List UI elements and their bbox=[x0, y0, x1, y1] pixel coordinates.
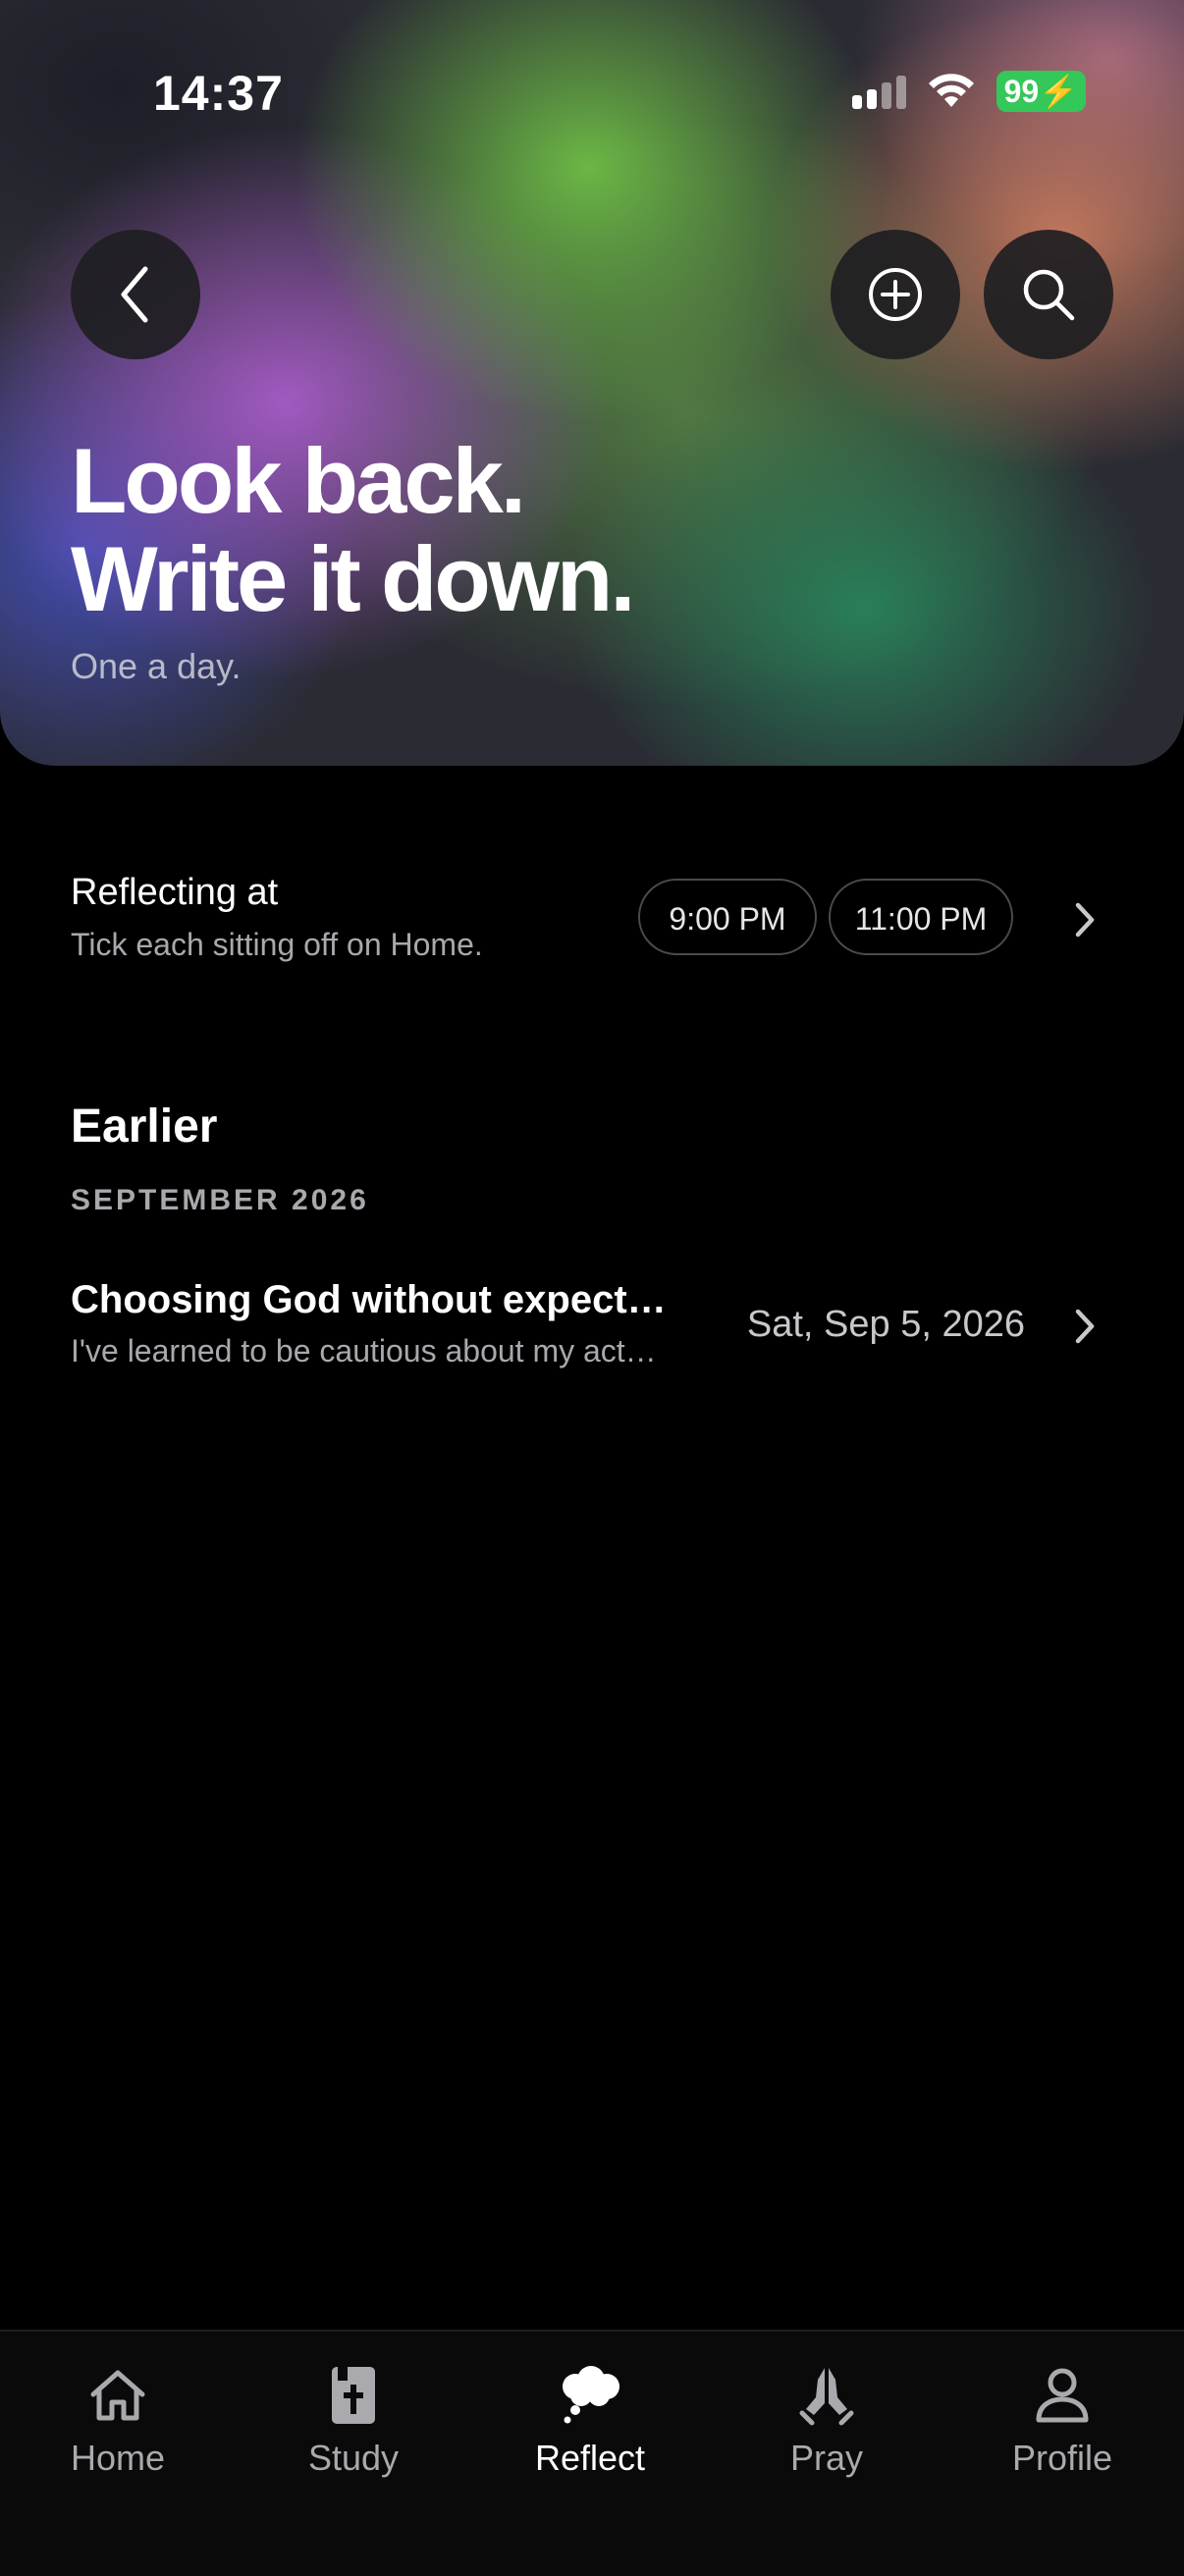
chevron-right-icon bbox=[1075, 902, 1095, 938]
battery-indicator: 99⚡ bbox=[996, 71, 1086, 112]
reminder-subtitle: Tick each sitting off on Home. bbox=[71, 927, 483, 962]
add-entry-button[interactable] bbox=[831, 230, 960, 359]
tab-label: Study bbox=[307, 2438, 400, 2478]
reminder-time-pill[interactable]: 11:00 PM bbox=[829, 879, 1013, 955]
bible-icon bbox=[332, 2367, 375, 2424]
tab-profile[interactable]: Profile bbox=[964, 2361, 1160, 2479]
status-icons: 99⚡ bbox=[851, 71, 1086, 112]
search-icon bbox=[1023, 269, 1075, 321]
entry-date: Sat, Sep 5, 2026 bbox=[746, 1304, 1025, 1345]
praying-hands-icon bbox=[799, 2368, 854, 2426]
page-title-line-2: Write it down. bbox=[71, 527, 635, 630]
reminder-times-row[interactable]: Reflecting at Tick each sitting off on H… bbox=[71, 872, 1113, 966]
tab-bar: Home Study Reflect Pray Profile bbox=[0, 2330, 1184, 2576]
tab-label: Reflect bbox=[534, 2438, 646, 2478]
tab-pray[interactable]: Pray bbox=[728, 2361, 925, 2479]
tab-reflect[interactable]: Reflect bbox=[492, 2361, 688, 2479]
tab-home[interactable]: Home bbox=[20, 2361, 216, 2479]
chevron-left-icon bbox=[121, 266, 148, 323]
person-icon bbox=[1036, 2368, 1089, 2423]
status-time: 14:37 bbox=[153, 66, 284, 121]
page-title-line-1: Look back. bbox=[71, 429, 526, 532]
back-button[interactable] bbox=[71, 230, 200, 359]
section-title-earlier: Earlier bbox=[71, 1100, 218, 1153]
tab-label: Pray bbox=[789, 2438, 864, 2478]
entry-preview: I've learned to be cautious about my act… bbox=[71, 1333, 657, 1368]
thought-cloud-icon bbox=[563, 2366, 619, 2424]
reminder-title: Reflecting at bbox=[71, 872, 279, 913]
hero-header: 14:37 99⚡ Look back. Write it down. One … bbox=[0, 0, 1184, 766]
tab-label: Profile bbox=[1011, 2438, 1113, 2478]
reminder-time-pill[interactable]: 9:00 PM bbox=[638, 879, 817, 955]
tab-study[interactable]: Study bbox=[255, 2361, 452, 2479]
battery-level: 99 bbox=[1003, 74, 1040, 109]
entry-title: Choosing God without expect… bbox=[71, 1278, 667, 1321]
month-header: SEPTEMBER 2026 bbox=[71, 1184, 369, 1216]
journal-entry-row[interactable]: Choosing God without expect… I've learne… bbox=[71, 1278, 1113, 1376]
tab-label: Home bbox=[70, 2438, 166, 2478]
cellular-signal-icon bbox=[851, 74, 906, 109]
wifi-icon bbox=[928, 74, 974, 107]
plus-circle-icon bbox=[869, 268, 922, 321]
home-icon bbox=[90, 2370, 145, 2421]
page-subtitle: One a day. bbox=[71, 646, 242, 686]
chevron-right-icon bbox=[1075, 1309, 1095, 1344]
charging-bolt-icon: ⚡ bbox=[1039, 74, 1078, 109]
search-button[interactable] bbox=[984, 230, 1113, 359]
page-title: Look back. Write it down. bbox=[71, 429, 635, 630]
